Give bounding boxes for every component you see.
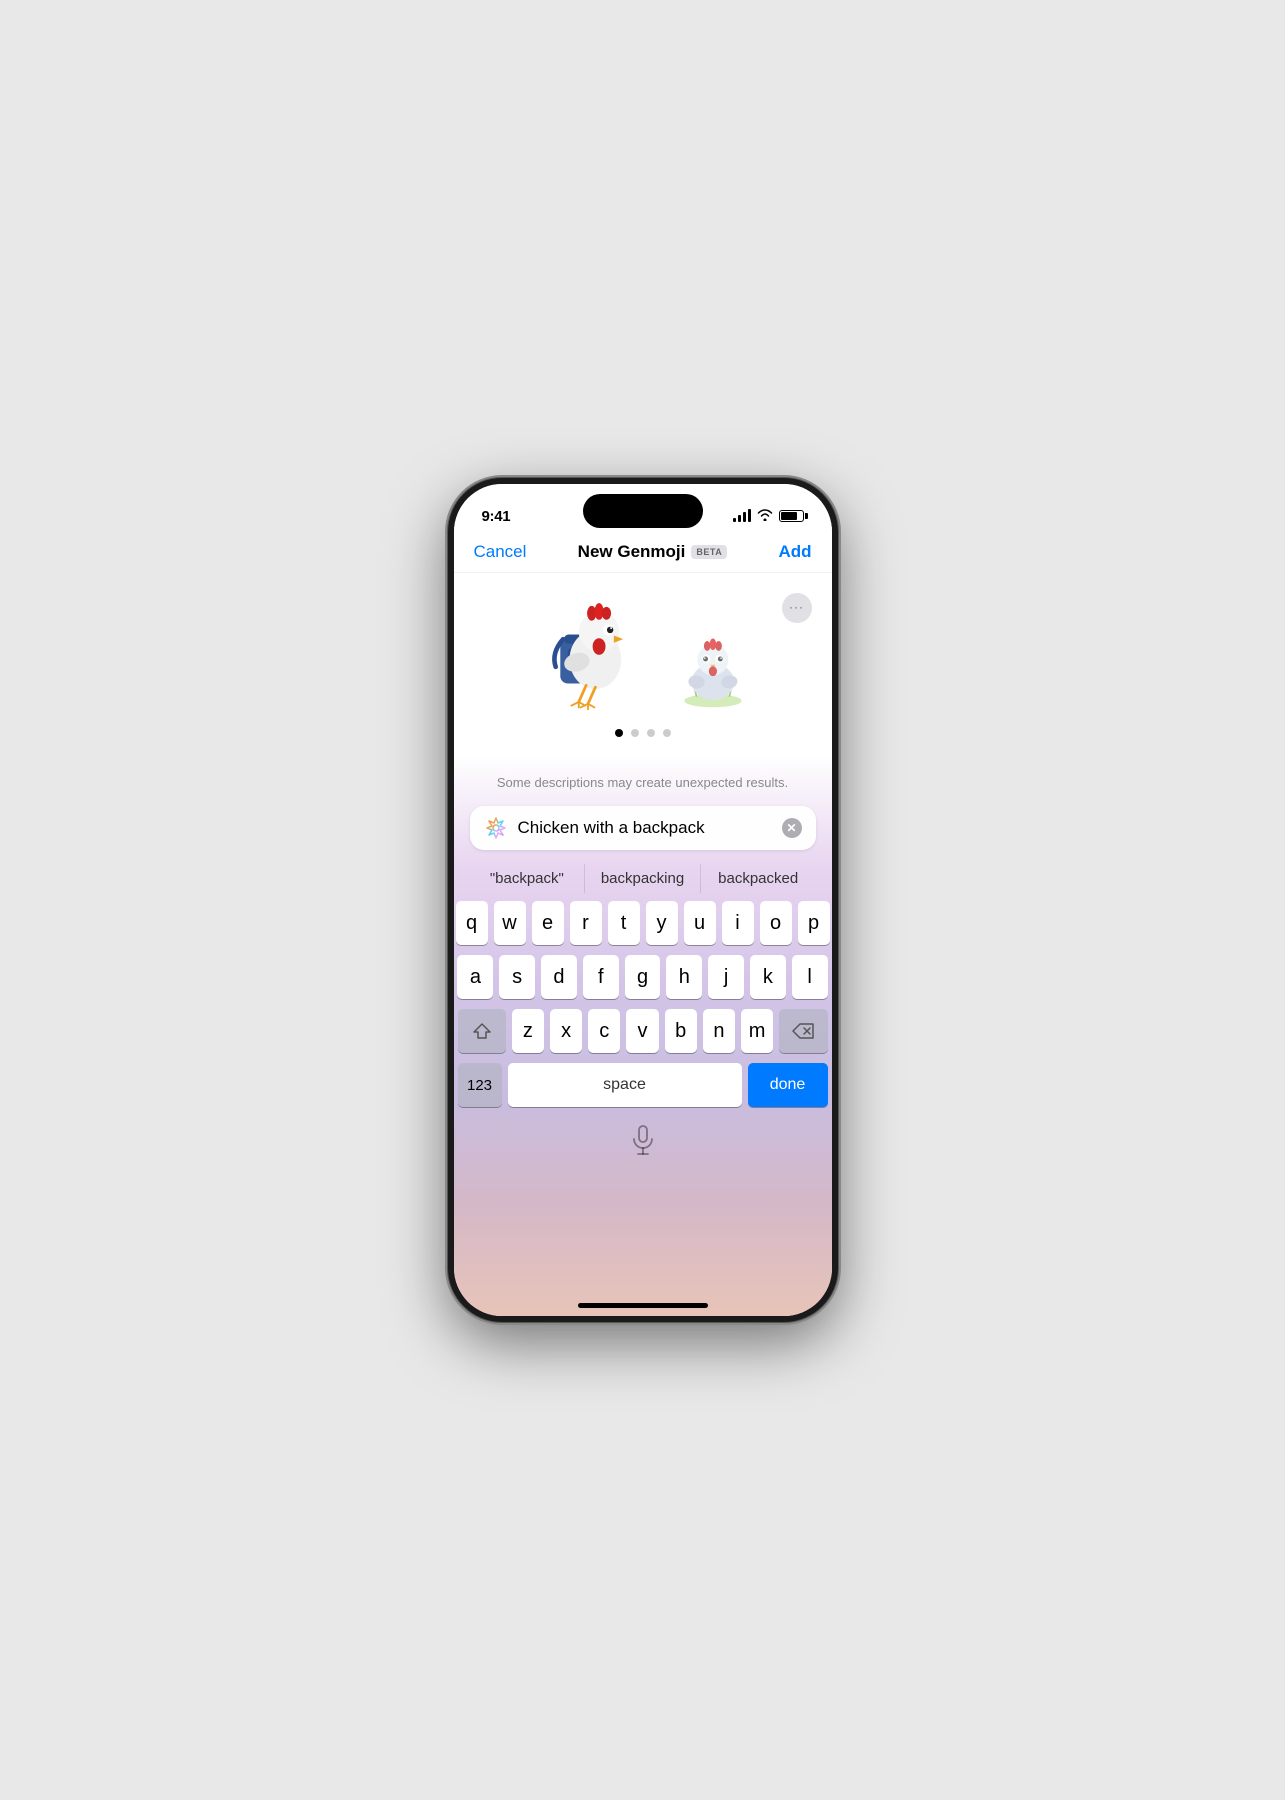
dynamic-island	[583, 494, 703, 528]
keyboard-row-4: 123 space done	[458, 1063, 828, 1107]
chicken-sitting-svg	[672, 623, 754, 713]
done-key[interactable]: done	[748, 1063, 828, 1107]
more-dots-icon: ···	[789, 600, 804, 614]
key-d[interactable]: d	[541, 955, 577, 999]
clear-button[interactable]: ✕	[782, 818, 802, 838]
autocomplete-bar: "backpack" backpacking backpacked	[454, 860, 832, 897]
key-j[interactable]: j	[708, 955, 744, 999]
battery-icon	[779, 510, 804, 522]
key-y[interactable]: y	[646, 901, 678, 945]
page-dot-1[interactable]	[615, 729, 623, 737]
shift-icon	[473, 1022, 491, 1040]
more-options-button[interactable]: ···	[782, 593, 812, 623]
emoji-item-secondary[interactable]	[668, 623, 758, 713]
key-p[interactable]: p	[798, 901, 830, 945]
home-indicator	[578, 1303, 708, 1308]
key-w[interactable]: w	[494, 901, 526, 945]
key-z[interactable]: z	[512, 1009, 544, 1053]
key-c[interactable]: c	[588, 1009, 620, 1053]
page-dots	[615, 729, 671, 737]
page-dot-2[interactable]	[631, 729, 639, 737]
phone-screen: 9:41	[454, 484, 832, 1316]
space-key[interactable]: space	[508, 1063, 742, 1107]
add-button[interactable]: Add	[778, 542, 811, 562]
keyboard-row-2: a s d f g h j k l	[458, 955, 828, 999]
page-dot-3[interactable]	[647, 729, 655, 737]
key-r[interactable]: r	[570, 901, 602, 945]
content-area: ··· Some descriptions may create unexpec…	[454, 573, 832, 1316]
key-t[interactable]: t	[608, 901, 640, 945]
key-g[interactable]: g	[625, 955, 661, 999]
key-x[interactable]: x	[550, 1009, 582, 1053]
emoji-row: ···	[454, 593, 832, 713]
gradient-area: Some descriptions may create unexpected …	[454, 755, 832, 1316]
status-time: 9:41	[482, 508, 511, 525]
clear-icon: ✕	[786, 822, 796, 834]
key-s[interactable]: s	[499, 955, 535, 999]
status-bar: 9:41	[454, 484, 832, 534]
delete-key[interactable]	[779, 1009, 827, 1053]
key-f[interactable]: f	[583, 955, 619, 999]
disclaimer-text: Some descriptions may create unexpected …	[454, 755, 832, 806]
key-o[interactable]: o	[760, 901, 792, 945]
nav-bar: Cancel New Genmoji BETA Add	[454, 534, 832, 573]
wifi-icon	[757, 509, 773, 524]
key-h[interactable]: h	[666, 955, 702, 999]
beta-badge: BETA	[691, 545, 727, 559]
key-e[interactable]: e	[532, 901, 564, 945]
cancel-button[interactable]: Cancel	[474, 542, 527, 562]
key-u[interactable]: u	[684, 901, 716, 945]
key-q[interactable]: q	[456, 901, 488, 945]
signal-icon	[733, 510, 751, 522]
nav-title-container: New Genmoji BETA	[578, 542, 728, 562]
microphone-icon[interactable]	[631, 1125, 655, 1161]
key-m[interactable]: m	[741, 1009, 773, 1053]
key-k[interactable]: k	[750, 955, 786, 999]
search-input[interactable]: Chicken with a backpack	[518, 818, 772, 838]
search-container: Chicken with a backpack ✕	[454, 806, 832, 860]
search-input-wrapper: Chicken with a backpack ✕	[470, 806, 816, 850]
status-icons	[733, 509, 804, 524]
keyboard: q w e r t y u i o p a s	[454, 897, 832, 1117]
key-i[interactable]: i	[722, 901, 754, 945]
phone-frame: 9:41	[448, 478, 838, 1322]
emoji-display: ···	[454, 573, 832, 755]
key-l[interactable]: l	[792, 955, 828, 999]
keyboard-row-1: q w e r t y u i o p	[458, 901, 828, 945]
shift-key[interactable]	[458, 1009, 506, 1053]
delete-icon	[792, 1023, 814, 1039]
key-a[interactable]: a	[457, 955, 493, 999]
key-b[interactable]: b	[665, 1009, 697, 1053]
numbers-key[interactable]: 123	[458, 1063, 502, 1107]
bottom-bar	[454, 1117, 832, 1175]
key-v[interactable]: v	[626, 1009, 658, 1053]
nav-title: New Genmoji	[578, 542, 686, 562]
keyboard-row-3: z x c v b n m	[458, 1009, 828, 1053]
autocomplete-backpack[interactable]: "backpack"	[470, 864, 586, 893]
apple-intelligence-icon	[484, 816, 508, 840]
chicken-backpack-svg	[528, 593, 648, 713]
page-dot-4[interactable]	[663, 729, 671, 737]
autocomplete-backpacking[interactable]: backpacking	[585, 864, 701, 893]
autocomplete-backpacked[interactable]: backpacked	[701, 864, 816, 893]
key-n[interactable]: n	[703, 1009, 735, 1053]
emoji-item-primary[interactable]	[528, 593, 648, 713]
